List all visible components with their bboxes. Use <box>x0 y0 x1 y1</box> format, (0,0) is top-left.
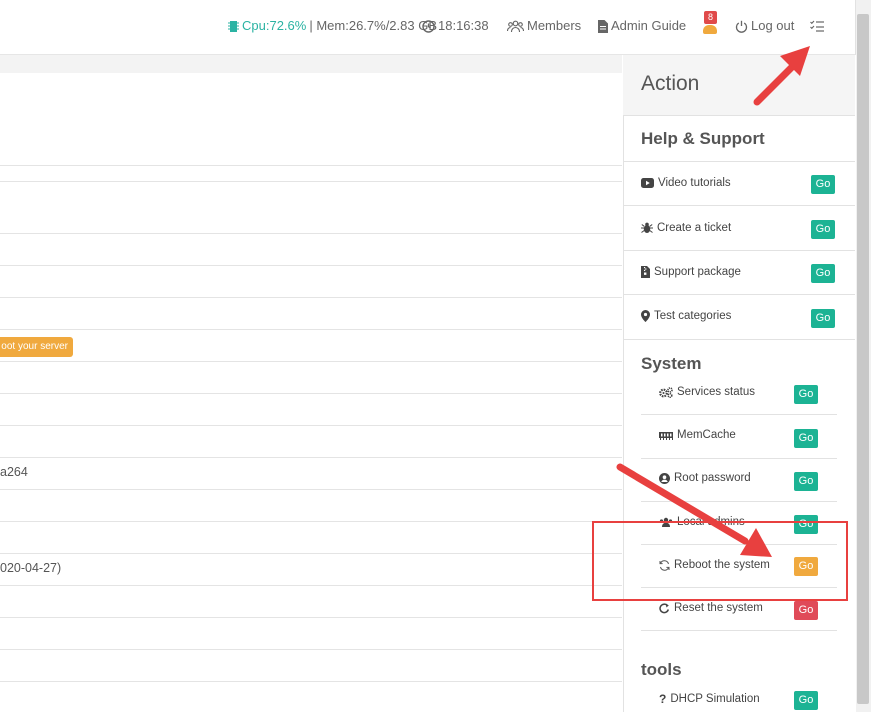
annotation-arrows <box>616 46 810 557</box>
arrow-to-action-toggle-icon <box>753 46 810 106</box>
arrow-to-reboot-icon <box>616 463 772 557</box>
